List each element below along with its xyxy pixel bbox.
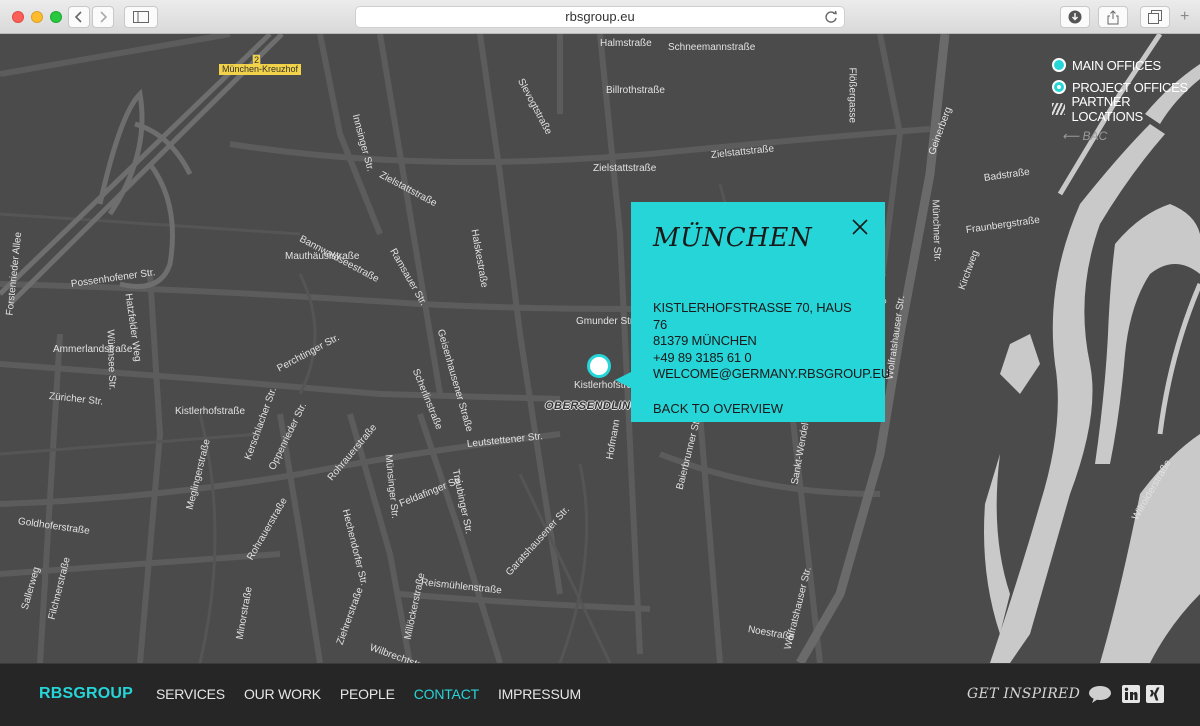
- office-address: KISTLERHOFSTRASSE 70, HAUS 76 81379 MÜNC…: [653, 300, 890, 383]
- street-label: Zielstattstraße: [593, 163, 657, 174]
- download-icon: [1068, 10, 1082, 24]
- back-to-overview-link[interactable]: BACK TO OVERVIEW: [653, 401, 863, 416]
- legend-label: PROJECT OFFICES: [1072, 79, 1188, 95]
- legend-label: MAIN OFFICES: [1072, 57, 1161, 73]
- address-street: KISTLERHOFSTRASSE 70, HAUS 76: [653, 300, 852, 332]
- main-office-marker-icon: [1052, 58, 1066, 72]
- map-view[interactable]: 2 München-Kreuzhof Halmstraße Schneemann…: [0, 34, 1200, 663]
- street-label: Mauthäuslstraße: [285, 251, 360, 262]
- street-label: Gmunder Str.: [576, 316, 636, 327]
- legend-label: PARTNER LOCATIONS: [1071, 94, 1143, 124]
- street-label: Flößergasse: [846, 67, 858, 124]
- share-button[interactable]: [1098, 6, 1128, 28]
- chevron-left-icon: [74, 11, 82, 23]
- street-label: Ammerlandstraße: [53, 344, 133, 355]
- street-label: Kistlerhofstraße: [175, 406, 246, 417]
- legend-partner-locations[interactable]: PARTNER LOCATIONS: [1052, 94, 1200, 124]
- sidebar-icon: [133, 11, 149, 23]
- site-footer: RBSGROUP SERVICES OUR WORK PEOPLE CONTAC…: [0, 663, 1200, 726]
- reload-icon[interactable]: [824, 10, 838, 24]
- street-label: Würmsee Str.: [104, 329, 118, 391]
- chevron-right-icon: [100, 11, 108, 23]
- office-popup: MÜNCHEN KISTLERHOFSTRASSE 70, HAUS 76 81…: [615, 202, 890, 422]
- share-icon: [1107, 9, 1119, 24]
- nav-services[interactable]: SERVICES: [156, 686, 225, 702]
- street-label: Schneemannstraße: [668, 42, 756, 53]
- tagline-text: GET INSPIRED: [967, 686, 1081, 702]
- brand-logo[interactable]: RBSGROUP: [39, 685, 133, 703]
- downloads-button[interactable]: [1060, 6, 1090, 28]
- district-label: OBERSENDLING: [545, 400, 640, 412]
- back-hint: ⟵ BAC: [1062, 129, 1108, 143]
- close-icon[interactable]: [851, 218, 869, 236]
- highway-label: München-Kreuzhof: [219, 64, 302, 75]
- arrow-left-icon: ⟵: [1062, 129, 1083, 143]
- window-close-button[interactable]: [12, 11, 24, 23]
- get-inspired-link[interactable]: GET INSPIRED: [967, 686, 1080, 702]
- location-marker[interactable]: [587, 354, 611, 378]
- nav-contact[interactable]: CONTACT: [414, 686, 479, 702]
- partner-location-hatch-icon: [1052, 103, 1066, 115]
- map-roads: [0, 34, 1200, 663]
- sidebar-toggle-button[interactable]: [124, 6, 158, 28]
- map-legend: MAIN OFFICES PROJECT OFFICES PARTNER LOC…: [1052, 54, 1200, 124]
- office-email[interactable]: WELCOME@GERMANY.RBSGROUP.EU: [653, 366, 890, 383]
- window-maximize-button[interactable]: [50, 11, 62, 23]
- browser-toolbar: rbsgroup.eu +: [0, 0, 1200, 34]
- street-label: Billrothstraße: [606, 85, 665, 96]
- new-tab-button[interactable]: +: [1180, 8, 1189, 26]
- nav-our-work[interactable]: OUR WORK: [244, 686, 321, 702]
- forward-button[interactable]: [92, 6, 114, 28]
- main-nav: SERVICES OUR WORK PEOPLE CONTACT IMPRESS…: [156, 686, 600, 702]
- nav-people[interactable]: PEOPLE: [340, 686, 395, 702]
- street-label: Halmstraße: [600, 38, 652, 49]
- nav-impressum[interactable]: IMPRESSUM: [498, 686, 581, 702]
- office-phone[interactable]: +49 89 3185 61 0: [653, 350, 863, 367]
- tabs-button[interactable]: [1140, 6, 1170, 28]
- linkedin-icon[interactable]: [1122, 685, 1140, 703]
- back-button[interactable]: [68, 6, 90, 28]
- chat-bubble-icon[interactable]: [1088, 685, 1112, 703]
- street-label: Münchner Str.: [929, 199, 943, 262]
- address-city: 81379 MÜNCHEN: [653, 333, 757, 348]
- xing-icon[interactable]: [1146, 685, 1164, 703]
- popup-title: MÜNCHEN: [653, 223, 813, 253]
- url-text: rbsgroup.eu: [565, 9, 635, 24]
- tabs-icon: [1148, 10, 1162, 24]
- address-bar[interactable]: rbsgroup.eu: [355, 6, 845, 28]
- window-minimize-button[interactable]: [31, 11, 43, 23]
- legend-main-offices[interactable]: MAIN OFFICES: [1052, 54, 1200, 76]
- project-office-marker-icon: [1052, 80, 1066, 94]
- plus-icon: +: [1180, 8, 1190, 25]
